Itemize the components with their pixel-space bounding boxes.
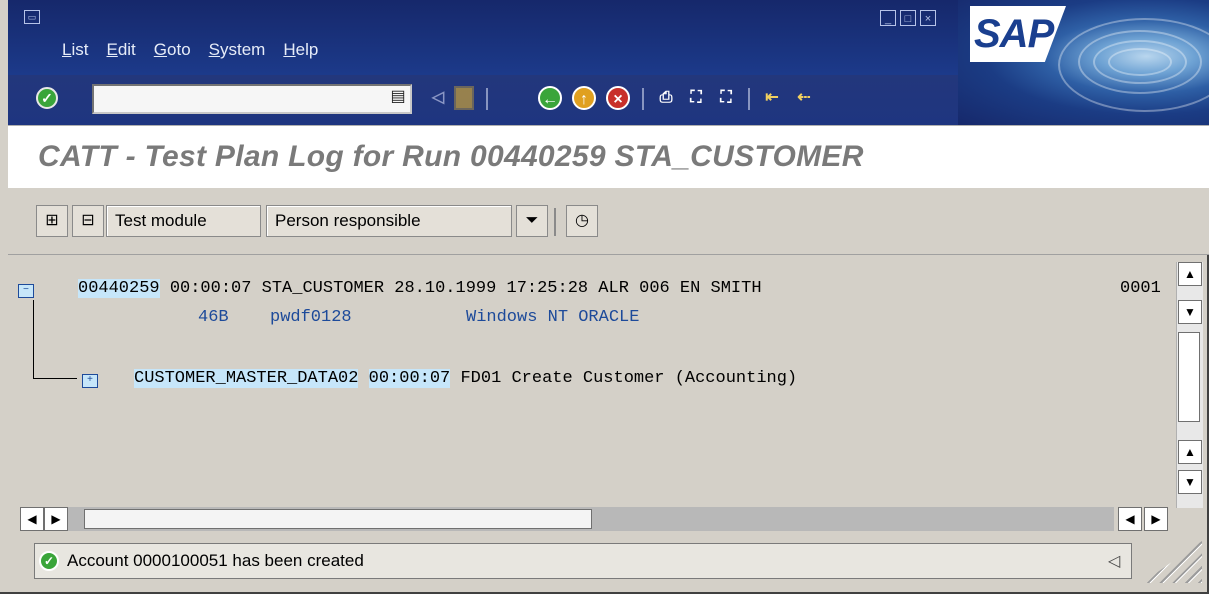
cancel-icon[interactable]: × — [606, 86, 630, 110]
sap-window: ▭ List Edit Goto System Help _ □ × SAP ✓… — [0, 0, 1209, 594]
module-time: 00:00:07 — [368, 369, 451, 388]
filter-icon[interactable]: ⏷ — [516, 205, 548, 237]
menu-list-item[interactable]: List — [62, 40, 88, 60]
command-field-dropdown-icon[interactable]: ▤ — [388, 87, 408, 107]
close-icon[interactable]: × — [920, 10, 936, 26]
toolbar-separator — [748, 88, 750, 110]
expand-all-icon[interactable]: ⊞ — [36, 205, 68, 237]
module-details: FD01 Create Customer (Accounting) — [450, 369, 798, 388]
page-title: CATT - Test Plan Log for Run 00440259 ST… — [38, 140, 864, 173]
scroll-up-icon[interactable]: ▲ — [1178, 440, 1202, 464]
platform: Windows NT ORACLE — [466, 308, 640, 327]
person-responsible-button[interactable]: Person responsible — [266, 205, 512, 237]
scroll-thumb[interactable] — [1178, 332, 1200, 422]
tree-line — [33, 300, 34, 379]
scroll-left-icon[interactable]: ◀ — [1118, 507, 1142, 531]
exit-icon[interactable]: ↑ — [572, 86, 596, 110]
menu-system[interactable]: System — [209, 40, 266, 60]
status-message[interactable]: Account 0000100051 has been created — [67, 551, 364, 571]
menu-list: List Edit Goto System Help — [62, 40, 318, 60]
page-number: 0001 — [1120, 279, 1161, 298]
tree-line — [33, 378, 77, 379]
run-details: STA_CUSTOMER 28.10.1999 17:25:28 ALR 006… — [251, 279, 762, 298]
log-header-row: 00440259 00:00:07 STA_CUSTOMER 28.10.199… — [78, 279, 762, 298]
window-controls: _ □ × — [880, 10, 936, 26]
first-page-icon[interactable]: ⇤ — [760, 86, 784, 110]
enter-icon[interactable]: ✓ — [36, 87, 58, 109]
run-number[interactable]: 00440259 — [78, 279, 160, 298]
toolbar-separator — [486, 88, 488, 110]
status-bar: ✓ Account 0000100051 has been created — [34, 543, 1132, 579]
maximize-icon[interactable]: □ — [900, 10, 916, 26]
collapse-arrow-icon[interactable]: ◁ — [426, 86, 450, 110]
sap-logo-badge: SAP — [970, 6, 1066, 62]
vertical-scrollbar[interactable]: ▲ ▼ ▲ ▼ — [1176, 262, 1203, 508]
test-module-button[interactable]: Test module — [106, 205, 261, 237]
sap-logo-text: SAP — [974, 12, 1054, 56]
sap-logo: SAP — [958, 0, 1209, 125]
back-icon[interactable]: ← — [538, 86, 562, 110]
title-bar: CATT - Test Plan Log for Run 00440259 ST… — [8, 125, 1209, 189]
status-expand-icon[interactable]: ◁ — [1108, 551, 1120, 571]
module-name[interactable]: CUSTOMER_MASTER_DATA02 — [134, 369, 359, 388]
collapse-all-icon[interactable]: ⊟ — [72, 205, 104, 237]
menu-goto[interactable]: Goto — [154, 40, 191, 60]
resize-grip[interactable] — [1142, 541, 1202, 583]
scroll-up-icon[interactable]: ▲ — [1178, 262, 1202, 286]
scroll-right-icon[interactable]: ▶ — [44, 507, 68, 531]
system-menu-icon[interactable]: ▭ — [24, 10, 40, 24]
minimize-icon[interactable]: _ — [880, 10, 896, 26]
success-icon: ✓ — [39, 551, 59, 571]
application-toolbar: ⊞ ⊟ Test module Person responsible ⏷ ◷ — [8, 188, 1209, 255]
scroll-down-icon[interactable]: ▼ — [1178, 300, 1202, 324]
toolbar-separator — [642, 88, 644, 110]
scroll-thumb[interactable] — [84, 509, 592, 529]
clock-icon[interactable]: ◷ — [566, 205, 598, 237]
previous-page-icon[interactable]: ⇠ — [792, 86, 816, 110]
log-child-row: CUSTOMER_MASTER_DATA02 00:00:07 FD01 Cre… — [134, 369, 797, 388]
horizontal-scrollbar[interactable] — [68, 507, 1114, 531]
print-icon[interactable]: ⎙ — [654, 86, 678, 110]
find-next-icon[interactable]: ⛶ — [714, 86, 738, 110]
menu-help[interactable]: Help — [283, 40, 318, 60]
release: 46B — [198, 308, 229, 327]
host: pwdf0128 — [270, 308, 352, 327]
find-icon[interactable]: ⛶ — [684, 86, 708, 110]
log-list: − 00440259 00:00:07 STA_CUSTOMER 28.10.1… — [8, 257, 1176, 507]
save-icon[interactable] — [454, 86, 474, 110]
menu-edit[interactable]: Edit — [106, 40, 135, 60]
scroll-down-icon[interactable]: ▼ — [1178, 470, 1202, 494]
run-time: 00:00:07 — [169, 279, 252, 298]
scroll-right-icon[interactable]: ▶ — [1144, 507, 1168, 531]
scroll-left-icon[interactable]: ◀ — [20, 507, 44, 531]
toolbar-separator — [554, 208, 556, 236]
command-field[interactable] — [92, 84, 412, 114]
collapse-node-icon[interactable]: − — [18, 284, 34, 298]
standard-toolbar: ✓ ▤ ◁ ← ↑ × ⎙ ⛶ ⛶ ⇤ ⇠ — [8, 75, 958, 125]
expand-node-icon[interactable]: + — [82, 374, 98, 388]
